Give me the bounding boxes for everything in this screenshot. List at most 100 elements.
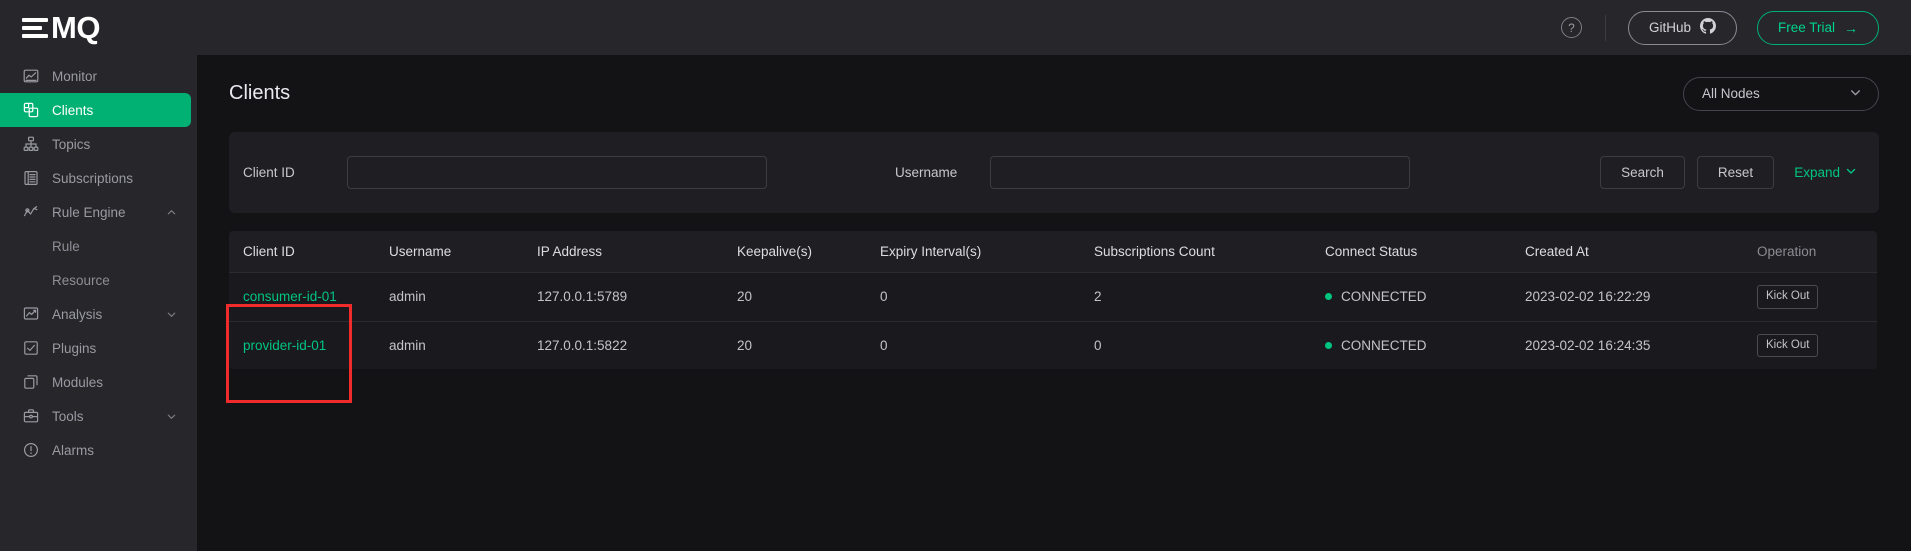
table-row: provider-id-01 admin 127.0.0.1:5822 20 0… [229, 320, 1877, 370]
chevron-down-icon [166, 309, 177, 320]
kick-out-button[interactable]: Kick Out [1757, 285, 1819, 309]
sidebar-item-clients[interactable]: Clients [0, 93, 191, 127]
topics-tree-icon [22, 136, 39, 153]
sidebar-item-label: Monitor [52, 68, 98, 84]
column-header-connect-status[interactable]: Connect Status [1325, 231, 1525, 273]
cell-expiry-interval: 0 [880, 272, 1094, 322]
sidebar-item-label: Subscriptions [52, 170, 134, 186]
top-bar: ? GitHub Free Trial → [197, 0, 1911, 55]
cell-subscriptions-count: 0 [1094, 320, 1325, 370]
sidebar-item-alarms[interactable]: Alarms [0, 433, 191, 467]
help-circle-icon[interactable]: ? [1560, 17, 1582, 38]
clients-stack-icon [22, 102, 39, 119]
sidebar-item-label: Clients [52, 102, 94, 118]
alarms-alert-icon [22, 442, 39, 459]
cell-created-at: 2023-02-02 16:22:29 [1525, 272, 1757, 322]
expand-label: Expand [1794, 165, 1840, 180]
free-trial-button[interactable]: Free Trial → [1756, 10, 1879, 45]
cell-ip-address: 127.0.0.1:5789 [537, 272, 737, 322]
sidebar-item-rule[interactable]: Rule [0, 229, 197, 263]
expand-toggle[interactable]: Expand [1794, 165, 1857, 180]
main-area: ? GitHub Free Trial → Clients All Nodes [197, 0, 1911, 551]
client-id-link[interactable]: provider-id-01 [243, 338, 326, 353]
reset-button[interactable]: Reset [1696, 156, 1775, 189]
cell-connect-status: CONNECTED [1325, 272, 1525, 322]
brand-logo[interactable]: MQ [0, 0, 197, 55]
status-text: CONNECTED [1341, 289, 1427, 305]
sidebar-item-modules[interactable]: Modules [0, 365, 191, 399]
table-header-row: Client ID Username IP Address Keepalive(… [229, 231, 1877, 273]
sidebar-item-label: Alarms [52, 442, 95, 458]
client-id-label: Client ID [243, 165, 295, 180]
column-header-client-id[interactable]: Client ID [229, 231, 389, 273]
table-header: Client ID Username IP Address Keepalive(… [229, 231, 1877, 273]
sidebar-item-tools[interactable]: Tools [0, 399, 191, 433]
github-button-label: GitHub [1648, 20, 1691, 35]
sidebar-item-label: Modules [52, 374, 104, 390]
sidebar-subitem-label: Rule [52, 238, 80, 254]
sidebar-item-label: Topics [52, 136, 91, 152]
column-header-ip-address[interactable]: IP Address [537, 231, 737, 273]
sidebar-item-label: Rule Engine [52, 204, 126, 220]
filter-actions: Search Reset Expand [1600, 156, 1857, 189]
column-header-expiry-interval[interactable]: Expiry Interval(s) [880, 231, 1094, 273]
sidebar-item-resource[interactable]: Resource [0, 263, 197, 297]
chart-monitor-icon [22, 68, 39, 85]
node-filter-value: All Nodes [1702, 86, 1760, 101]
tools-briefcase-icon [22, 408, 39, 425]
chevron-down-icon [1845, 165, 1857, 180]
github-button[interactable]: GitHub [1627, 10, 1737, 45]
github-icon [1699, 18, 1716, 37]
brand-logo-text: MQ [51, 10, 100, 45]
cell-subscriptions-count: 2 [1094, 272, 1325, 322]
page-content: Clients All Nodes Client ID Username Sea… [197, 55, 1911, 370]
subscriptions-list-icon [22, 170, 39, 187]
cell-operation: Kick Out [1757, 272, 1877, 322]
analysis-trend-icon [22, 306, 39, 323]
sidebar-item-rule-engine[interactable]: Rule Engine [0, 195, 191, 229]
cell-username: admin [389, 272, 537, 322]
column-header-operation: Operation [1757, 231, 1877, 273]
search-button[interactable]: Search [1600, 156, 1685, 189]
column-header-created-at[interactable]: Created At [1525, 231, 1757, 273]
emq-bars-icon [22, 17, 48, 38]
client-id-input[interactable] [347, 156, 767, 189]
filter-panel: Client ID Username Search Reset Expand [229, 132, 1879, 213]
username-input[interactable] [990, 156, 1410, 189]
sidebar: MQ Monitor Clients Topics Subscriptions … [0, 0, 197, 551]
chevron-down-icon [166, 411, 177, 422]
free-trial-label: Free Trial [1777, 20, 1835, 35]
client-id-link[interactable]: consumer-id-01 [243, 289, 337, 304]
node-filter-select[interactable]: All Nodes [1683, 76, 1879, 111]
status-dot-icon [1325, 341, 1332, 349]
cell-expiry-interval: 0 [880, 320, 1094, 370]
cell-username: admin [389, 320, 537, 370]
sidebar-item-analysis[interactable]: Analysis [0, 297, 191, 331]
chevron-up-icon [166, 207, 177, 218]
app-root: MQ Monitor Clients Topics Subscriptions … [0, 0, 1911, 551]
sidebar-item-subscriptions[interactable]: Subscriptions [0, 161, 191, 195]
cell-connect-status: CONNECTED [1325, 320, 1525, 370]
column-header-keepalive[interactable]: Keepalive(s) [737, 231, 880, 273]
column-header-username[interactable]: Username [389, 231, 537, 273]
modules-copy-icon [22, 374, 39, 391]
page-header: Clients All Nodes [229, 55, 1879, 132]
page-title: Clients [229, 82, 291, 104]
clients-table: Client ID Username IP Address Keepalive(… [229, 231, 1877, 370]
cell-keepalive: 20 [737, 272, 880, 322]
plugins-check-icon [22, 340, 39, 357]
arrow-right-icon: → [1844, 19, 1858, 36]
sidebar-item-plugins[interactable]: Plugins [0, 331, 191, 365]
cell-operation: Kick Out [1757, 320, 1877, 370]
sidebar-item-label: Analysis [52, 306, 103, 322]
cell-client-id: provider-id-01 [229, 320, 389, 370]
sidebar-item-topics[interactable]: Topics [0, 127, 191, 161]
topbar-divider [1604, 14, 1606, 41]
status-text: CONNECTED [1341, 337, 1427, 353]
column-header-subscriptions-count[interactable]: Subscriptions Count [1094, 231, 1325, 273]
kick-out-button[interactable]: Kick Out [1757, 333, 1819, 358]
cell-client-id: consumer-id-01 [229, 272, 389, 322]
username-label: Username [895, 165, 958, 180]
sidebar-item-monitor[interactable]: Monitor [0, 59, 191, 93]
rule-engine-icon [22, 204, 39, 221]
